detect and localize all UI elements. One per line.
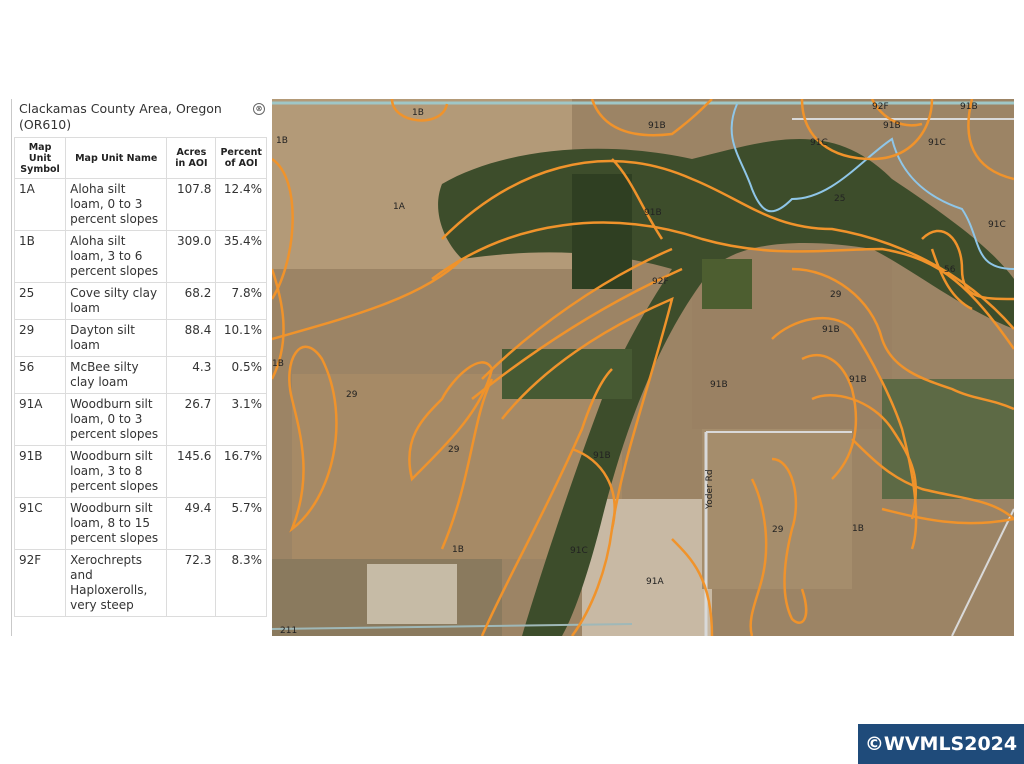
map-label: 29 — [448, 445, 460, 455]
field — [367, 564, 457, 624]
map-label: 29 — [830, 290, 842, 300]
map-label: 91C — [570, 546, 588, 556]
row-percent: 12.4% — [215, 178, 267, 231]
table-row: 1B Aloha silt loam, 3 to 6 percent slope… — [13, 230, 267, 283]
row-symbol: 25 — [13, 282, 67, 320]
row-percent: 10.1% — [215, 319, 267, 357]
table-row: 56 McBee silty clay loam 4.3 0.5% — [13, 356, 267, 394]
row-percent: 0.5% — [215, 356, 267, 394]
map-label: 91B — [883, 121, 901, 131]
row-name[interactable]: Woodburn silt loam, 3 to 8 percent slope… — [65, 445, 168, 498]
map-label: 91B — [644, 208, 662, 218]
row-acres: 72.3 — [166, 549, 217, 617]
highway-label: 211 — [280, 626, 297, 636]
area-title: Clackamas County Area, Oregon (OR610) — [19, 101, 222, 132]
collapse-icon[interactable]: ⊗ — [253, 103, 265, 115]
field — [702, 429, 852, 589]
row-acres: 26.7 — [166, 393, 217, 446]
table-row: 92F Xerochrepts and Haploxerolls, very s… — [13, 549, 267, 617]
map-label: 91B — [960, 102, 978, 112]
row-symbol: 56 — [13, 356, 67, 394]
map-label: 29 — [772, 525, 784, 535]
row-percent: 7.8% — [215, 282, 267, 320]
row-symbol: 29 — [13, 319, 67, 357]
map-label: 91B — [822, 325, 840, 335]
map-label: 91B — [710, 380, 728, 390]
table-row: 91B Woodburn silt loam, 3 to 8 percent s… — [13, 445, 267, 498]
row-percent: 3.1% — [215, 393, 267, 446]
map-label: 91C — [928, 138, 946, 148]
row-acres: 145.6 — [166, 445, 217, 498]
row-acres: 68.2 — [166, 282, 217, 320]
map-label: 91B — [648, 121, 666, 131]
row-symbol: 1A — [13, 178, 67, 231]
watermark: ©WVMLS2024 — [858, 724, 1024, 764]
row-percent: 16.7% — [215, 445, 267, 498]
soil-units-table: Map Unit Symbol Map Unit Name Acres in A… — [13, 137, 267, 617]
forest-area — [702, 259, 752, 309]
row-percent: 8.3% — [215, 549, 267, 617]
map-label: 91B — [849, 375, 867, 385]
map-label: 1B — [412, 108, 424, 118]
row-symbol: 92F — [13, 549, 67, 617]
row-symbol: 91A — [13, 393, 67, 446]
row-name[interactable]: Woodburn silt loam, 8 to 15 percent slop… — [65, 497, 168, 550]
map-label: 92F — [872, 102, 889, 112]
map-label: 1B — [276, 136, 288, 146]
row-name[interactable]: Xerochrepts and Haploxerolls, very steep — [65, 549, 168, 617]
row-percent: 5.7% — [215, 497, 267, 550]
header-percent: Percent of AOI — [215, 137, 267, 179]
table-header-row: Map Unit Symbol Map Unit Name Acres in A… — [13, 137, 267, 179]
map-label: 1B — [272, 359, 284, 369]
map-label: 91C — [810, 138, 828, 148]
row-acres: 4.3 — [166, 356, 217, 394]
header-acres: Acres in AOI — [166, 137, 217, 179]
map-label: 91C — [988, 220, 1006, 230]
row-acres: 107.8 — [166, 178, 217, 231]
map-label: 29 — [346, 390, 358, 400]
map-label: 1B — [452, 545, 464, 555]
map-label: 92F — [652, 277, 669, 287]
soil-map-aerial[interactable]: 1A 1B 1B 1B 1B 1B 25 29 29 29 29 56 91A … — [272, 99, 1014, 636]
row-symbol: 1B — [13, 230, 67, 283]
table-row: 91A Woodburn silt loam, 0 to 3 percent s… — [13, 393, 267, 446]
table-row: 29 Dayton silt loam 88.4 10.1% — [13, 319, 267, 357]
row-acres: 309.0 — [166, 230, 217, 283]
map-label: 25 — [834, 194, 845, 204]
map-label: 1A — [393, 202, 406, 212]
row-name[interactable]: Aloha silt loam, 0 to 3 percent slopes — [65, 178, 168, 231]
table-row: 1A Aloha silt loam, 0 to 3 percent slope… — [13, 178, 267, 231]
row-name[interactable]: Cove silty clay loam — [65, 282, 168, 320]
table-row: 91C Woodburn silt loam, 8 to 15 percent … — [13, 497, 267, 550]
row-name[interactable]: Woodburn silt loam, 0 to 3 percent slope… — [65, 393, 168, 446]
soil-map-unit-panel: Clackamas County Area, Oregon (OR610) ⊗ … — [11, 99, 269, 636]
row-name[interactable]: Dayton silt loam — [65, 319, 168, 357]
table-row: 25 Cove silty clay loam 68.2 7.8% — [13, 282, 267, 320]
header-map-unit-name: Map Unit Name — [65, 137, 168, 179]
map-label: 91A — [646, 577, 664, 587]
row-percent: 35.4% — [215, 230, 267, 283]
header-map-unit-symbol: Map Unit Symbol — [13, 137, 67, 179]
map-label: 1B — [852, 524, 864, 534]
row-acres: 88.4 — [166, 319, 217, 357]
map-label: 56 — [944, 265, 956, 275]
road-label: Yoder Rd — [705, 469, 715, 510]
map-label: 91B — [593, 451, 611, 461]
row-name[interactable]: McBee silty clay loam — [65, 356, 168, 394]
row-acres: 49.4 — [166, 497, 217, 550]
row-symbol: 91B — [13, 445, 67, 498]
row-symbol: 91C — [13, 497, 67, 550]
row-name[interactable]: Aloha silt loam, 3 to 6 percent slopes — [65, 230, 168, 283]
